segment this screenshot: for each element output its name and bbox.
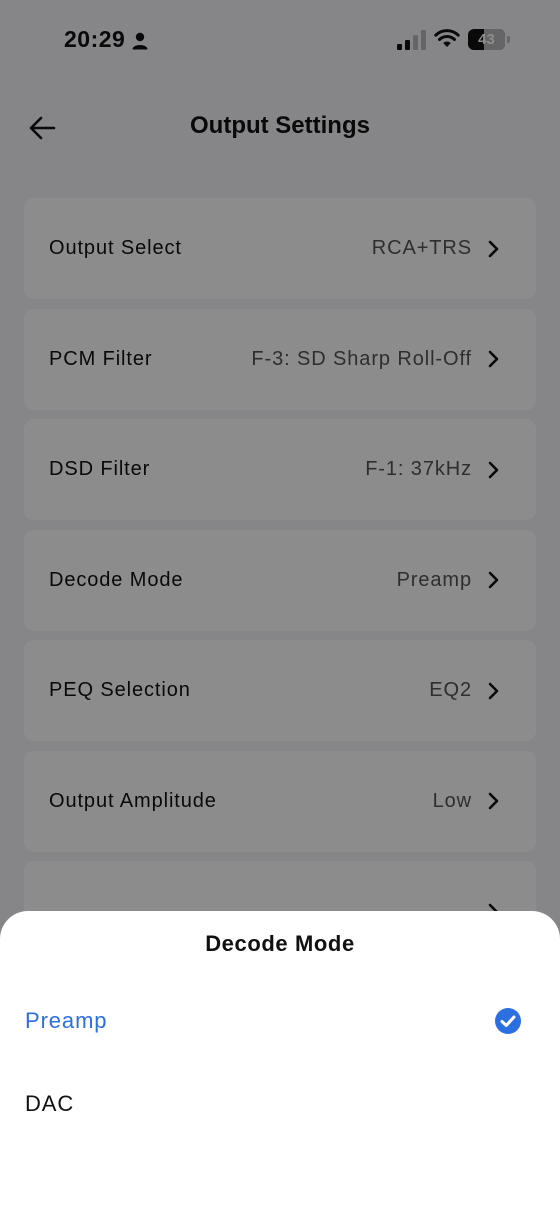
option-label: DAC [25,1091,75,1116]
check-circle-icon [495,1008,521,1034]
option-preamp[interactable]: Preamp [0,986,560,1056]
option-dac[interactable]: DAC [0,1069,560,1139]
screen: 20:29 43 Output Settings Output Select R… [0,0,560,1213]
sheet-title: Decode Mode [205,931,355,956]
bottom-sheet: Decode Mode Preamp DAC [0,911,560,1213]
option-label: Preamp [25,1008,108,1033]
